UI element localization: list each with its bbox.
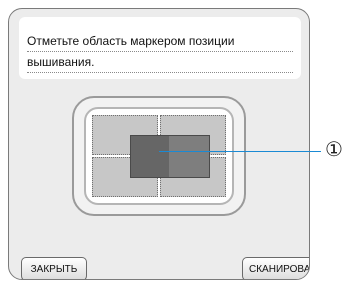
instruction-box: Отметьте область маркером позиции вышива…	[19, 17, 301, 79]
embroidery-frame-outer	[72, 96, 246, 216]
scan-button[interactable]: СКАНИРОВАТЬ	[242, 257, 309, 279]
instruction-line-2: вышивания.	[27, 53, 293, 73]
embroidery-frame-inner	[84, 107, 234, 205]
callout-leader-line	[159, 151, 321, 152]
embroidery-area-grid	[92, 115, 226, 197]
instruction-line-1: Отметьте область маркером позиции	[27, 32, 293, 52]
marker-position-highlight	[131, 136, 169, 177]
callout-number: ①	[325, 137, 343, 161]
close-button[interactable]: ЗАКРЫТЬ	[21, 257, 87, 279]
scan-dialog: Отметьте область маркером позиции вышива…	[8, 8, 310, 280]
marker-position-area[interactable]	[130, 135, 210, 178]
